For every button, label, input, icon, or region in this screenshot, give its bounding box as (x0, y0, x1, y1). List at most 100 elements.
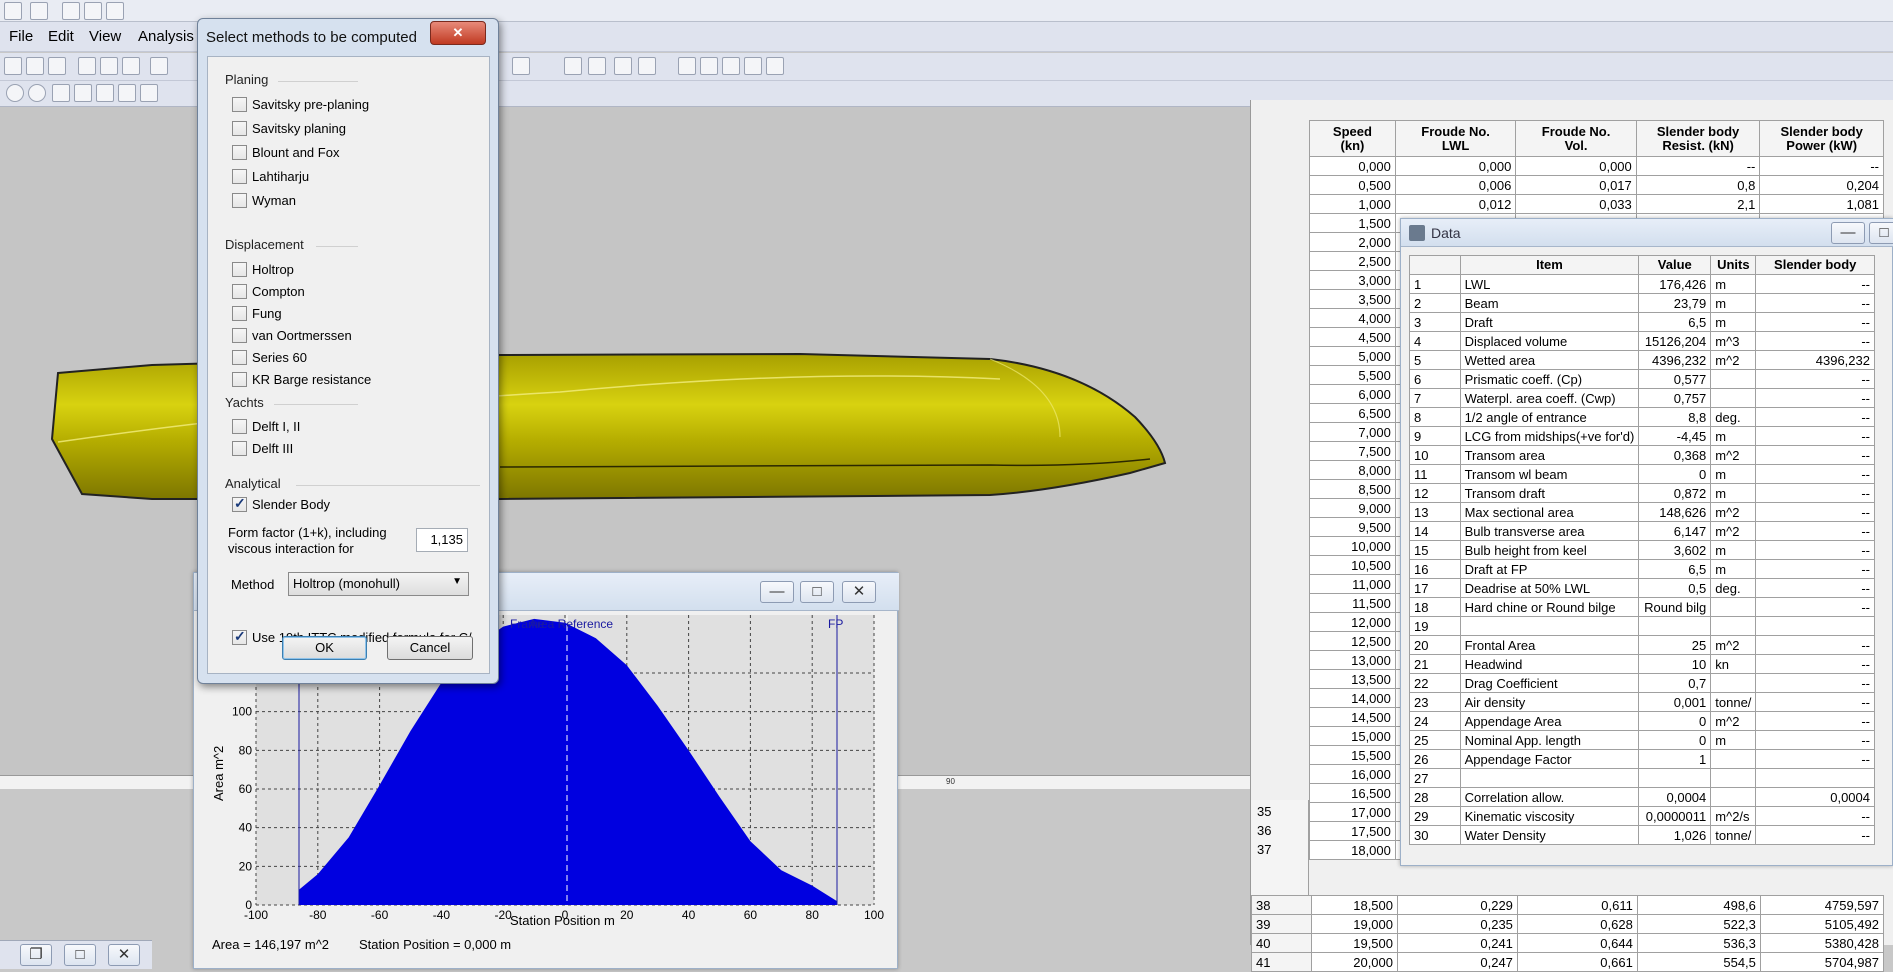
table-cell[interactable]: Water Density (1459, 825, 1640, 845)
table-cell[interactable]: 17,000 (1309, 802, 1396, 822)
table-cell[interactable]: Kinematic viscosity (1459, 806, 1640, 826)
menu-analysis[interactable]: Analysis (138, 28, 194, 45)
table-row[interactable]: 4 Displaced volume 15126,204 m^3 -- (1409, 331, 1875, 351)
table-cell[interactable]: 3,602 (1638, 540, 1712, 560)
table-cell[interactable]: m (1710, 483, 1757, 503)
table-cell[interactable]: -- (1755, 445, 1875, 465)
row-number[interactable]: 40 (1250, 933, 1313, 953)
table-cell[interactable]: 15126,204 (1638, 331, 1712, 351)
menu-edit[interactable]: Edit (48, 28, 74, 45)
column-header[interactable]: Slender body Power (kW) (1759, 120, 1884, 157)
dialog-close-button[interactable]: ✕ (430, 21, 486, 45)
table-cell[interactable]: 0,577 (1638, 369, 1712, 389)
table-cell[interactable]: 0,757 (1638, 388, 1712, 408)
planing-checkbox-2[interactable]: Blount and Fox (232, 143, 339, 161)
table-cell[interactable]: 2,000 (1309, 232, 1396, 252)
table-cell[interactable]: m (1710, 274, 1757, 294)
table-cell[interactable]: Nominal App. length (1459, 730, 1640, 750)
table-cell[interactable]: 1,500 (1309, 213, 1396, 233)
checkbox-box[interactable] (232, 495, 247, 512)
table-cell[interactable]: 1/2 angle of entrance (1459, 407, 1640, 427)
arrow-icon[interactable] (118, 84, 136, 102)
table-cell[interactable]: 498,6 (1636, 895, 1761, 915)
table-cell[interactable]: 1,026 (1638, 825, 1712, 845)
table-row[interactable]: 14 Bulb transverse area 6,147 m^2 -- (1409, 521, 1875, 541)
checkbox-box[interactable] (232, 418, 247, 434)
circle-icon[interactable] (28, 84, 46, 102)
table-cell[interactable] (1459, 616, 1640, 636)
copy-icon[interactable] (100, 57, 118, 75)
displacement-checkbox-2[interactable]: Fung (232, 304, 282, 322)
table-row[interactable]: 22 Drag Coefficient 0,7 -- (1409, 673, 1875, 693)
row-number[interactable]: 25 (1409, 730, 1461, 750)
table-cell[interactable]: Deadrise at 50% LWL (1459, 578, 1640, 598)
table-cell[interactable] (1710, 597, 1757, 617)
table-cell[interactable]: -- (1755, 426, 1875, 446)
table-cell[interactable]: Wetted area (1459, 350, 1640, 370)
table-cell[interactable]: 4396,232 (1638, 350, 1712, 370)
table-cell[interactable]: 23,79 (1638, 293, 1712, 313)
table-cell[interactable]: 4759,597 (1759, 895, 1885, 915)
checkbox-box[interactable] (232, 144, 247, 160)
checkbox-box[interactable] (232, 120, 247, 136)
table-cell[interactable]: -- (1755, 597, 1875, 617)
chart-icon[interactable] (564, 57, 582, 75)
table-cell[interactable]: 0,872 (1638, 483, 1712, 503)
table-cell[interactable]: 0,8 (1635, 175, 1761, 195)
table-cell[interactable]: -- (1755, 369, 1875, 389)
column-header[interactable]: Speed (kn) (1309, 120, 1396, 157)
settings-icon[interactable] (638, 57, 656, 75)
table-cell[interactable]: m (1710, 293, 1757, 313)
planing-checkbox-3[interactable]: Lahtiharju (232, 167, 309, 185)
table-cell[interactable]: 9,000 (1309, 498, 1396, 518)
table-cell[interactable]: 3,000 (1309, 270, 1396, 290)
row-number[interactable]: 24 (1409, 711, 1461, 731)
table-cell[interactable]: -- (1755, 464, 1875, 484)
table-cell[interactable]: 4396,232 (1755, 350, 1875, 370)
table-row[interactable]: 7 Waterpl. area coeff. (Cwp) 0,757 -- (1409, 388, 1875, 408)
table-cell[interactable]: 0,006 (1394, 175, 1517, 195)
minimize-button[interactable]: — (1831, 222, 1865, 244)
table-cell[interactable]: -- (1755, 388, 1875, 408)
table-cell[interactable]: -- (1755, 407, 1875, 427)
row-number[interactable]: 11 (1409, 464, 1461, 484)
table-icon[interactable] (588, 57, 606, 75)
table-cell[interactable]: 18,000 (1309, 840, 1396, 860)
arrow-icon[interactable] (96, 84, 114, 102)
column-header[interactable]: Item (1459, 255, 1640, 275)
table-cell[interactable]: m (1710, 559, 1757, 579)
table-cell[interactable]: 7,500 (1309, 441, 1396, 461)
planing-checkbox-4[interactable]: Wyman (232, 191, 296, 209)
table-row[interactable]: 26 Appendage Factor 1 -- (1409, 749, 1875, 769)
table-cell[interactable]: 16,500 (1309, 783, 1396, 803)
table-cell[interactable]: -- (1755, 502, 1875, 522)
table-row[interactable]: 2 Beam 23,79 m -- (1409, 293, 1875, 313)
table-cell[interactable]: -- (1755, 274, 1875, 294)
minimize-button[interactable]: — (760, 581, 794, 603)
row-number[interactable]: 8 (1409, 407, 1461, 427)
table-row[interactable]: 9 LCG from midships(+ve for'd) -4,45 m -- (1409, 426, 1875, 446)
table-row[interactable]: 25 Nominal App. length 0 m -- (1409, 730, 1875, 750)
cut-icon[interactable] (78, 57, 96, 75)
table-cell[interactable]: 0,368 (1638, 445, 1712, 465)
row-number[interactable]: 22 (1409, 673, 1461, 693)
table-cell[interactable]: 17,500 (1309, 821, 1396, 841)
table-cell[interactable]: Transom area (1459, 445, 1640, 465)
table-cell[interactable]: -- (1755, 540, 1875, 560)
table-cell[interactable]: -- (1755, 692, 1875, 712)
table-cell[interactable]: 0,204 (1759, 175, 1884, 195)
table-cell[interactable]: 10,500 (1309, 555, 1396, 575)
table-row[interactable]: 0,500 0,006 0,017 0,8 0,204 (1309, 175, 1884, 195)
checkbox-box[interactable] (232, 349, 247, 365)
table-row[interactable]: 3 Draft 6,5 m -- (1409, 312, 1875, 332)
table-cell[interactable]: 0,5 (1638, 578, 1712, 598)
table-cell[interactable]: 176,426 (1638, 274, 1712, 294)
table-cell[interactable]: 0,0004 (1638, 787, 1712, 807)
table-cell[interactable]: 8,000 (1309, 460, 1396, 480)
row-number[interactable]: 16 (1409, 559, 1461, 579)
table-cell[interactable]: 11,000 (1309, 574, 1396, 594)
yachts-checkbox-0[interactable]: Delft I, II (232, 417, 300, 435)
table-cell[interactable]: 15,500 (1309, 745, 1396, 765)
table-row[interactable]: 21 Headwind 10 kn -- (1409, 654, 1875, 674)
table-cell[interactable]: m (1710, 312, 1757, 332)
